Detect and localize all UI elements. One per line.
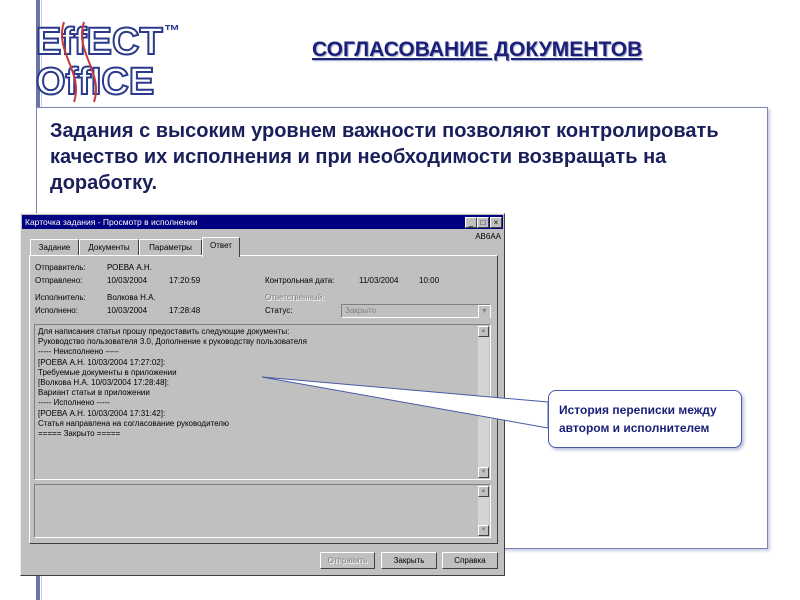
history-line: [РОЕВА А.Н. 10/03/2004 17:27:02]: <box>38 357 166 367</box>
callout-text: История переписки между автором и исполн… <box>559 403 717 435</box>
close-window-button[interactable]: × <box>490 217 502 228</box>
help-button[interactable]: Справка <box>442 552 498 569</box>
effect-office-logo: EffECT OffICE ™ <box>35 20 180 104</box>
history-line: Вариант статьи в приложении <box>38 388 150 398</box>
reply-scrollbar[interactable]: ▲ ▼ <box>478 486 489 536</box>
tab-parameters[interactable]: Параметры <box>139 239 202 256</box>
history-line: Требуемые документы в приложении <box>38 367 177 377</box>
history-line: Для написания статьи прошу предоставить … <box>38 327 290 336</box>
executor-value: Волкова Н.А. <box>107 293 156 302</box>
executed-date: 10/03/2004 <box>107 306 148 315</box>
scroll-up-icon[interactable]: ▲ <box>478 486 489 497</box>
close-button[interactable]: Закрыть <box>381 552 437 569</box>
slide-title: СОГЛАСОВАНИЕ ДОКУМЕНТОВ <box>312 38 643 61</box>
control-time-value: 10:00 <box>419 276 440 285</box>
history-scrollbar[interactable]: ▲ ▼ <box>478 326 489 478</box>
history-memo[interactable]: Для написания статьи прошу предоставить … <box>34 324 491 480</box>
history-line: ===== Закрыто ===== <box>38 429 121 439</box>
sent-label: Отправлено: <box>35 276 83 285</box>
sender-label: Отправитель: <box>35 263 86 272</box>
send-button[interactable]: Отправить <box>320 552 375 569</box>
history-line: [Волкова Н.А. 10/03/2004 17:28:48]: <box>38 378 169 388</box>
window-titlebar[interactable]: Карточка задания - Просмотр в исполнении… <box>22 215 503 229</box>
sender-value: РОЕВА А.Н. <box>107 263 152 272</box>
logo-line1: EffECT <box>36 21 163 63</box>
tab-reply[interactable]: Ответ <box>202 237 240 257</box>
tab-task[interactable]: Задание <box>30 239 79 256</box>
scroll-up-icon[interactable]: ▲ <box>478 326 489 337</box>
sent-date: 10/03/2004 <box>107 276 148 285</box>
status-label: Статус: <box>265 306 293 315</box>
history-line: ----- Исполнено ----- <box>38 398 110 408</box>
scroll-down-icon[interactable]: ▼ <box>478 525 489 536</box>
status-select[interactable]: Закрыто ▼ <box>341 304 491 318</box>
history-line: Руководство пользователя 3.0, Дополнение… <box>38 337 307 347</box>
control-date-value: 11/03/2004 <box>359 276 399 285</box>
history-line: ----- Неисполнено ----- <box>38 347 119 357</box>
control-date-label: Контрольная дата: <box>265 276 335 285</box>
task-code: АВ6АА <box>475 232 501 241</box>
executed-time: 17:28:48 <box>169 306 201 315</box>
scroll-down-icon[interactable]: ▼ <box>478 467 489 478</box>
tab-documents[interactable]: Документы <box>79 239 139 256</box>
logo-tm: ™ <box>164 23 180 40</box>
maximize-button[interactable]: □ <box>477 217 489 228</box>
responsible-label: Ответственный: <box>265 293 325 302</box>
task-card-window: Карточка задания - Просмотр в исполнении… <box>20 213 505 576</box>
callout-box: История переписки между автором и исполн… <box>548 390 742 448</box>
status-select-value: Закрыто <box>345 306 377 315</box>
history-line: Статья направлена на согласование руково… <box>38 418 229 428</box>
chevron-down-icon[interactable]: ▼ <box>478 305 490 318</box>
main-text: Задания с высоким уровнем важности позво… <box>50 120 719 194</box>
executor-label: Исполнитель: <box>35 293 86 302</box>
history-line: [РОЕВА А.Н. 10/03/2004 17:31:42]: <box>38 408 166 418</box>
minimize-button[interactable]: _ <box>465 217 477 228</box>
sent-time: 17:20:59 <box>169 276 201 285</box>
executed-label: Исполнено: <box>35 306 78 315</box>
history-text: Для написания статьи прошу предоставить … <box>38 327 307 439</box>
reply-memo[interactable]: ▲ ▼ <box>34 484 491 538</box>
window-title: Карточка задания - Просмотр в исполнении <box>25 217 198 227</box>
